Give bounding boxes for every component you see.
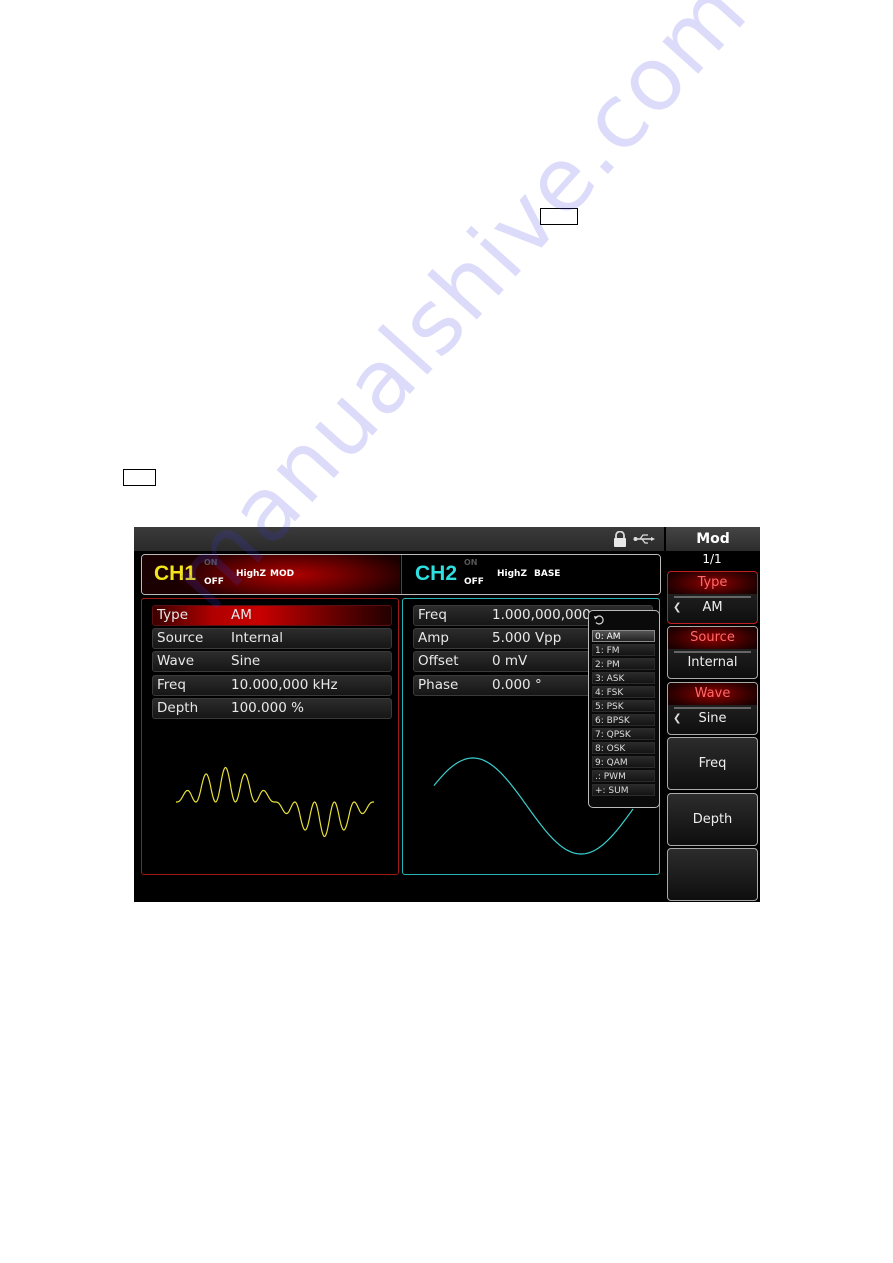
param-label: Phase [418,677,459,693]
popup-option[interactable]: 0: AM [592,630,655,642]
popup-option[interactable]: 9: QAM [592,756,655,768]
param-label: Freq [418,607,447,623]
ch1-on-label: ON [204,558,218,567]
lock-icon [614,531,626,547]
param-value: 5.000 Vpp [492,630,562,646]
popup-option[interactable]: +: SUM [592,784,655,796]
modulation-type-popup: 0: AM 1: FM 2: PM 3: ASK 4: FSK 5: PSK 6: BPSK… [588,610,660,808]
divider [674,707,751,709]
softkey-label: Depth [692,812,733,827]
param-value: 10.000,000 kHz [231,677,338,693]
param-label: Depth [157,700,199,716]
ch2-tab[interactable]: CH2 ON OFF HighZ BASE [401,555,660,594]
softkey-header: Source [668,627,757,649]
param-label: Type [157,607,189,623]
popup-option[interactable]: 7: QPSK [592,728,655,740]
ch1-off-label: OFF [204,577,224,587]
param-value: 1.000,000,000 [492,607,591,623]
ch1-load: HighZ [236,569,266,579]
popup-option[interactable]: 4: FSK [592,686,655,698]
softkey-freq[interactable]: Freq [667,737,758,790]
am-waveform-trace [176,766,374,838]
divider [674,651,751,653]
popup-option[interactable]: 6: BPSK [592,714,655,726]
divider [674,596,751,598]
softkey-wave[interactable]: Wave ❮ Sine [667,682,758,735]
ch1-param-depth[interactable]: Depth 100.000 % [152,698,392,719]
menu-title: Mod [666,527,760,551]
ch2-name: CH2 [415,562,458,585]
popup-option[interactable]: .: PWM [592,770,655,782]
softkey-header: Wave [668,683,757,705]
usb-icon [633,534,655,544]
softkey-value: AM [702,600,723,615]
softkey-source[interactable]: Source Internal [667,626,758,679]
ch1-param-freq[interactable]: Freq 10.000,000 kHz [152,675,392,696]
key-label-box [540,208,578,225]
param-value: Sine [231,653,261,669]
popup-option[interactable]: 1: FM [592,644,655,656]
status-bar [134,527,664,551]
ch1-param-type[interactable]: Type AM [152,605,392,626]
param-value: 100.000 % [231,700,304,716]
softkey-value: Sine [698,711,727,726]
am-waveform-preview [176,766,374,838]
softkey-type[interactable]: Type ❮ AM [667,571,758,624]
instrument-screen: CH1 ON OFF HighZ MOD CH2 ON OFF HighZ BA… [134,527,760,902]
popup-option[interactable]: 3: ASK [592,672,655,684]
param-value: AM [231,607,252,623]
ch1-tab[interactable]: CH1 ON OFF HighZ MOD [142,555,400,594]
softkey-label [668,849,757,900]
softkey-depth[interactable]: Depth [667,793,758,846]
softkey-empty[interactable] [667,848,758,901]
param-label: Amp [418,630,449,646]
popup-option[interactable]: 5: PSK [592,700,655,712]
ch2-off-label: OFF [464,577,484,587]
param-label: Offset [418,653,459,669]
popup-option[interactable]: 8: OSK [592,742,655,754]
ch1-param-source[interactable]: Source Internal [152,628,392,649]
key-label-box [123,469,156,486]
ch1-name: CH1 [154,562,197,585]
param-label: Freq [157,677,186,693]
ch1-panel: Type AM Source Internal Wave Sine Freq 1… [141,598,399,875]
menu-page-indicator: 1/1 [702,552,722,566]
param-value: 0 mV [492,653,528,669]
param-value: Internal [231,630,284,646]
param-value: 0.000 ° [492,677,542,693]
softkey-header: Type [668,572,757,594]
ch2-on-label: ON [464,558,478,567]
softkey-label: Freq [698,756,727,771]
ch1-param-wave[interactable]: Wave Sine [152,651,392,672]
ch2-mode: BASE [534,569,561,579]
popup-option[interactable]: 2: PM [592,658,655,670]
ch1-mode: MOD [270,569,295,579]
softkey-menu: Mod 1/1 Type ❮ AM Source Internal Wave ❮… [664,527,760,902]
back-icon[interactable] [593,614,605,626]
softkey-value: Internal [687,655,738,670]
channel-bar: CH1 ON OFF HighZ MOD CH2 ON OFF HighZ BA… [141,554,661,595]
ch2-load: HighZ [497,569,527,579]
param-label: Wave [157,653,195,669]
param-label: Source [157,630,204,646]
